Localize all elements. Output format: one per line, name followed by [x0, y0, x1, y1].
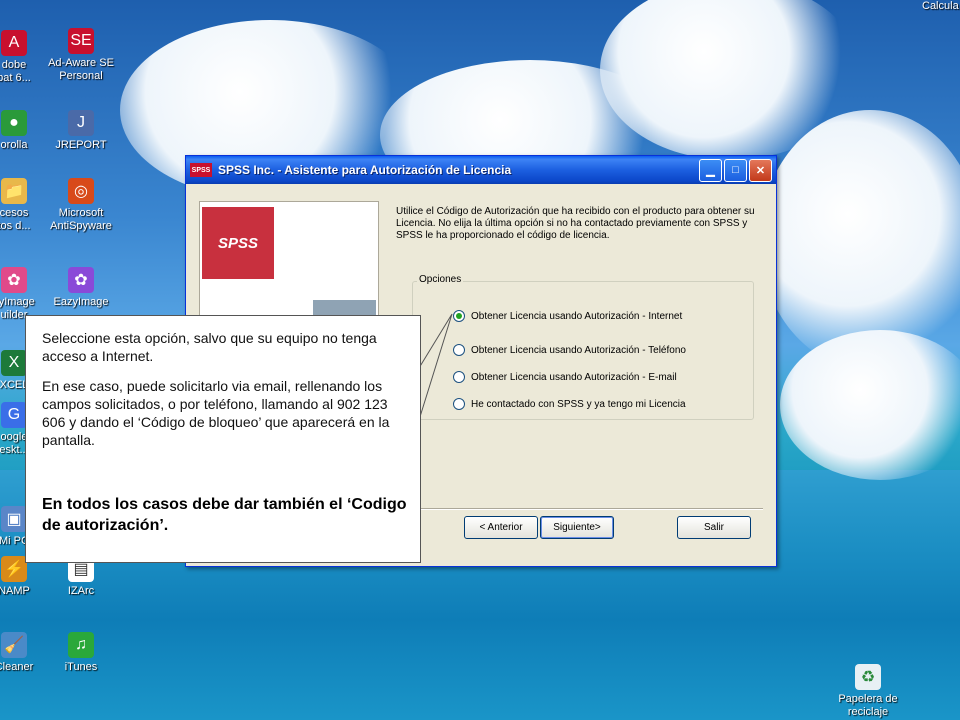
help-callout: Seleccione esta opción, salvo que su equ…	[25, 315, 421, 563]
callout-pointer-line	[418, 313, 453, 421]
callout-bold-note: En todos los casos debe dar también el ‘…	[42, 496, 407, 534]
callout-paragraph-2: En ese caso, puede solicitarlo via email…	[42, 378, 390, 448]
callout-paragraph-1: Seleccione esta opción, salvo que su equ…	[42, 330, 377, 364]
